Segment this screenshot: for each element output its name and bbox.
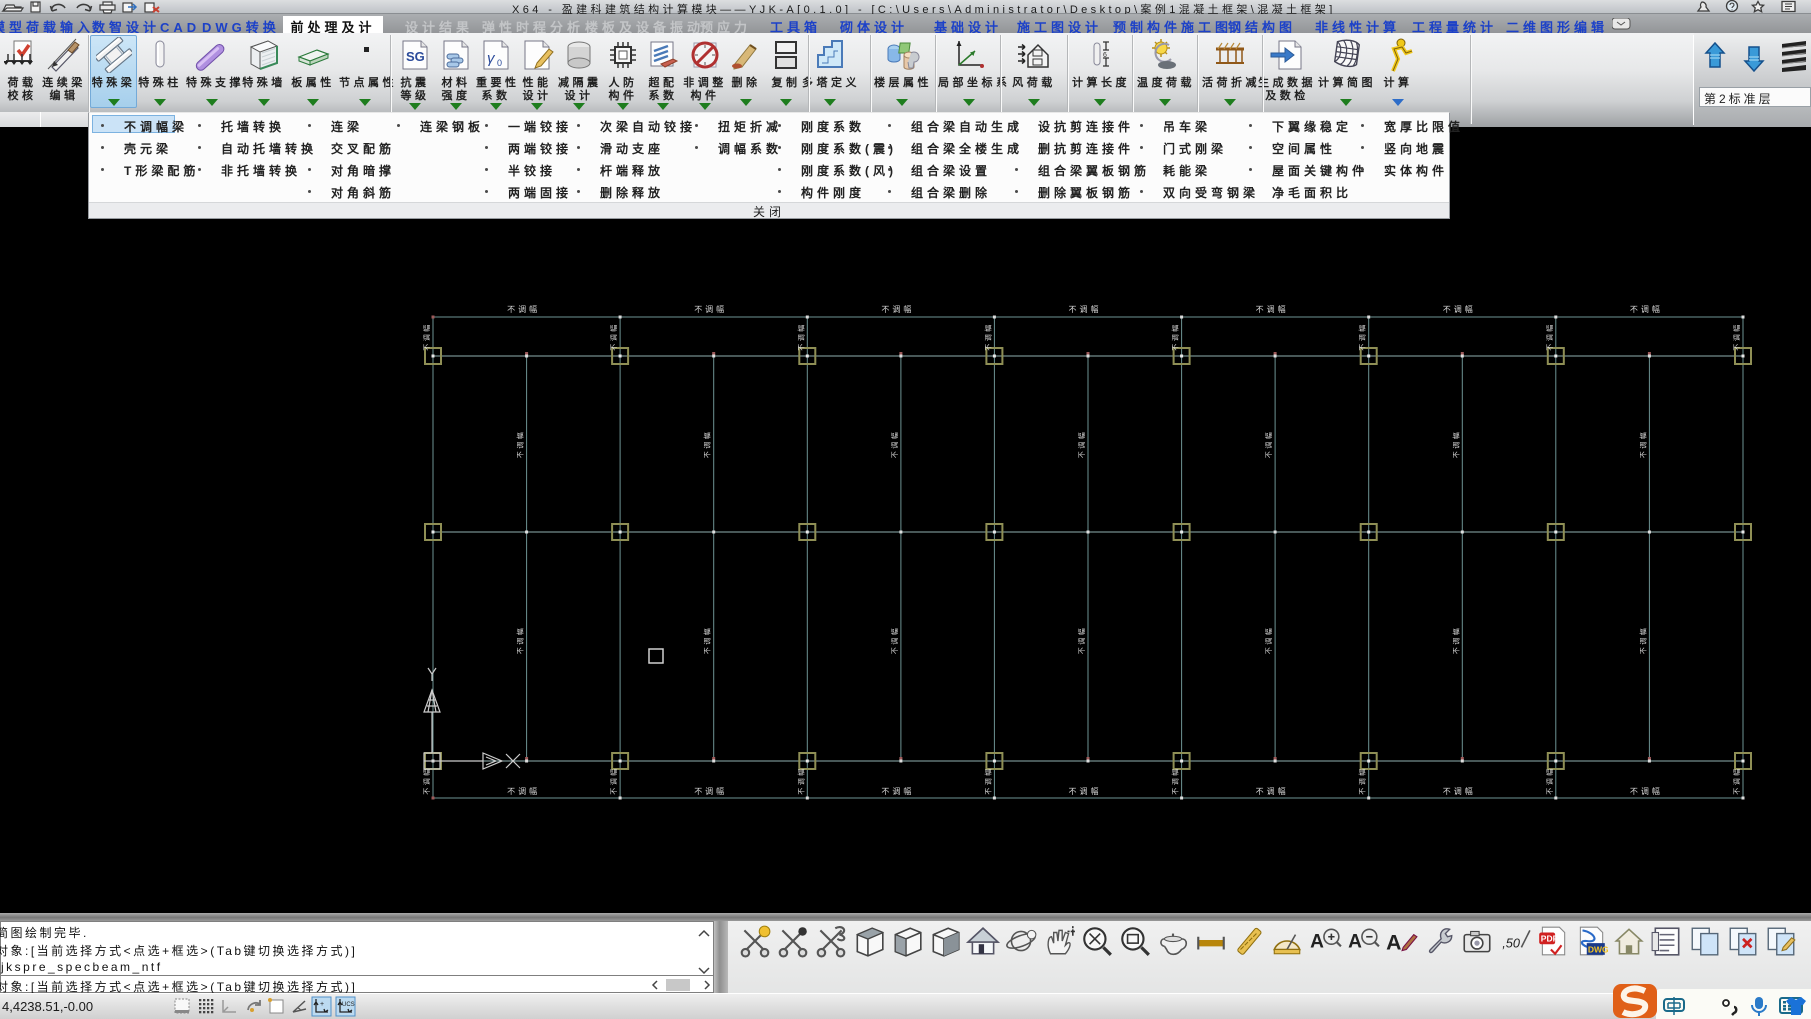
svg-text:不调幅: 不调幅	[1443, 786, 1476, 796]
svg-text:不调幅: 不调幅	[1451, 626, 1460, 655]
svg-text:A: A	[1348, 931, 1362, 952]
svg-text:不调幅: 不调幅	[1171, 322, 1180, 351]
svg-text:不调幅: 不调幅	[1069, 304, 1102, 314]
svg-text:不调幅: 不调幅	[703, 626, 712, 655]
svg-text:不调幅: 不调幅	[796, 766, 805, 795]
svg-text:,50: ,50	[1502, 935, 1520, 950]
svg-text:不调幅: 不调幅	[609, 322, 618, 351]
svg-text:不调幅: 不调幅	[1638, 430, 1647, 459]
svg-text:不调幅: 不调幅	[1358, 322, 1367, 351]
svg-text:不调幅: 不调幅	[1545, 766, 1554, 795]
svg-text:DWG: DWG	[1588, 945, 1608, 955]
svg-text:不调幅: 不调幅	[422, 766, 431, 795]
svg-text:不调幅: 不调幅	[983, 766, 992, 795]
svg-text:不调幅: 不调幅	[516, 430, 525, 459]
svg-text:不调幅: 不调幅	[1264, 430, 1273, 459]
svg-text:不调幅: 不调幅	[1630, 786, 1663, 796]
svg-text:A: A	[1386, 931, 1401, 955]
svg-text:不调幅: 不调幅	[1358, 766, 1367, 795]
svg-text:A: A	[1310, 931, 1324, 952]
svg-text:SG: SG	[406, 49, 425, 64]
svg-text:不调幅: 不调幅	[1630, 304, 1663, 314]
svg-text:0: 0	[497, 58, 502, 68]
svg-text:不调幅: 不调幅	[609, 766, 618, 795]
svg-text:不调幅: 不调幅	[890, 430, 899, 459]
svg-text:不调幅: 不调幅	[796, 322, 805, 351]
svg-text:不调幅: 不调幅	[1732, 766, 1741, 795]
svg-text:不调幅: 不调幅	[1545, 322, 1554, 351]
svg-text:不调幅: 不调幅	[694, 786, 727, 796]
svg-text:不调幅: 不调幅	[1443, 304, 1476, 314]
svg-text:不调幅: 不调幅	[1069, 786, 1102, 796]
svg-text:不调幅: 不调幅	[1077, 430, 1086, 459]
svg-text:不调幅: 不调幅	[507, 304, 540, 314]
svg-text:不调幅: 不调幅	[1451, 430, 1460, 459]
svg-text:不调幅: 不调幅	[1264, 626, 1273, 655]
svg-text:6: 6	[1103, 52, 1107, 59]
svg-text:+: +	[320, 1001, 324, 1008]
svg-text:不调幅: 不调幅	[1256, 786, 1289, 796]
svg-text:不调幅: 不调幅	[1638, 626, 1647, 655]
svg-text:不调幅: 不调幅	[881, 786, 914, 796]
svg-text:不调幅: 不调幅	[1256, 304, 1289, 314]
svg-text:不调幅: 不调幅	[890, 626, 899, 655]
svg-text:不调幅: 不调幅	[1171, 766, 1180, 795]
svg-text:不调幅: 不调幅	[422, 322, 431, 351]
svg-text:不调幅: 不调幅	[694, 304, 727, 314]
svg-text:不调幅: 不调幅	[881, 304, 914, 314]
svg-text:UCS: UCS	[342, 1002, 355, 1008]
svg-text:不调幅: 不调幅	[1732, 322, 1741, 351]
svg-text:不调幅: 不调幅	[1077, 626, 1086, 655]
svg-text:PDF: PDF	[1541, 934, 1558, 944]
svg-text:不调幅: 不调幅	[516, 626, 525, 655]
svg-text:不调幅: 不调幅	[703, 430, 712, 459]
svg-text:不调幅: 不调幅	[507, 786, 540, 796]
svg-text:不调幅: 不调幅	[983, 322, 992, 351]
